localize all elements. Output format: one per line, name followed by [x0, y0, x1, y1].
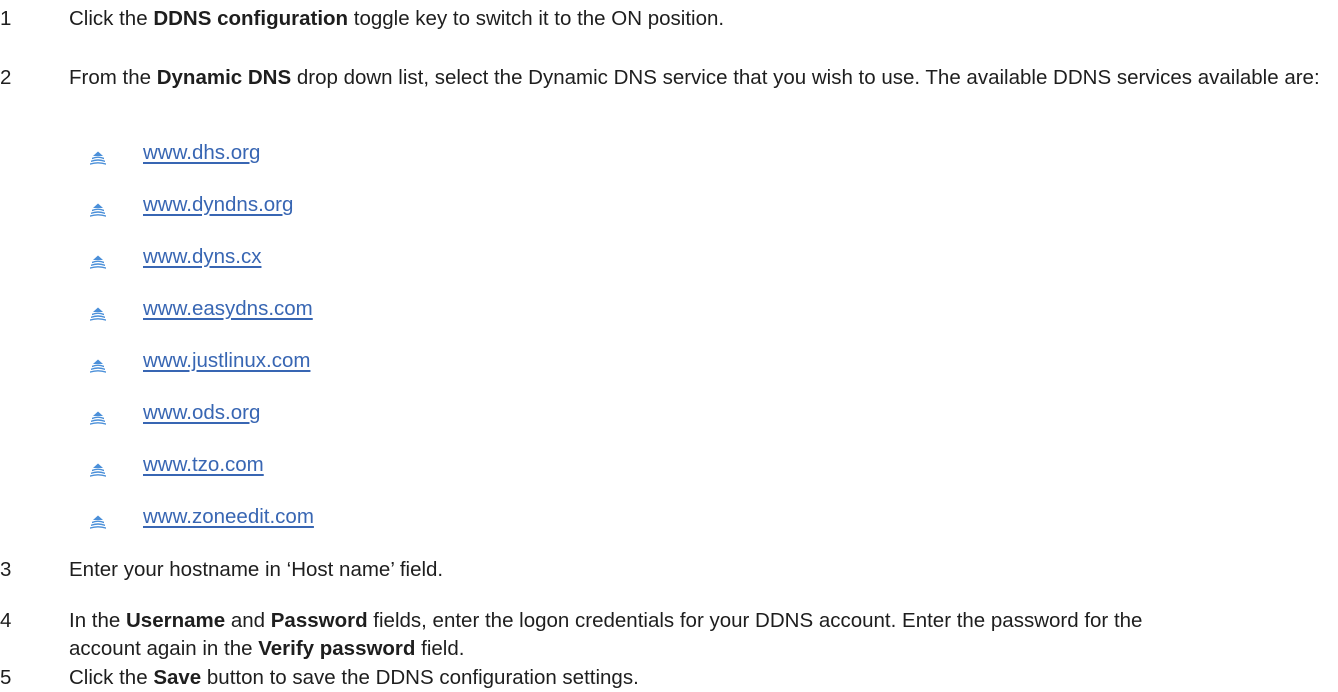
ui-term: Dynamic DNS	[156, 66, 292, 89]
step-text-run: From the	[69, 66, 157, 89]
ddns-service-link[interactable]: www.dhs.org	[143, 139, 260, 167]
ddns-service-link[interactable]: www.easydns.com	[143, 295, 313, 323]
bullet-icon	[90, 147, 106, 165]
step-text-run: In the	[69, 609, 126, 632]
ui-term: Save	[153, 666, 202, 689]
step-text-run: and	[225, 609, 271, 632]
ui-term: Username	[126, 609, 226, 632]
ddns-service-link[interactable]: www.justlinux.com	[143, 347, 310, 375]
bullet-icon	[90, 407, 106, 425]
step-text-run: drop down list, select the Dynamic DNS s…	[291, 66, 1320, 89]
ddns-service-link[interactable]: www.dyndns.org	[143, 191, 293, 219]
step-text: Click the Save button to save the DDNS c…	[69, 664, 1338, 692]
ddns-service-link[interactable]: www.dyns.cx	[143, 243, 261, 271]
step-number: 5	[0, 666, 12, 689]
bullet-icon	[90, 303, 106, 321]
step-text-run: button to save the DDNS configuration se…	[201, 666, 639, 689]
step-text: Click the DDNS configuration toggle key …	[69, 5, 1338, 33]
step-text-run: toggle key to switch it to the ON positi…	[348, 7, 725, 30]
step-text: In the Username and Password fields, ent…	[69, 607, 1208, 663]
ui-term: DDNS configuration	[153, 7, 349, 30]
ui-term: Password	[270, 609, 368, 632]
step-number: 1	[0, 7, 12, 30]
bullet-icon	[90, 199, 106, 217]
step-text: Enter your hostname in ‘Host name’ field…	[69, 556, 1338, 584]
ddns-service-link[interactable]: www.ods.org	[143, 399, 260, 427]
bullet-icon	[90, 511, 106, 529]
bullet-icon	[90, 355, 106, 373]
step-number: 2	[0, 66, 12, 89]
step-text-run: Click the	[69, 7, 154, 30]
bullet-icon	[90, 251, 106, 269]
step-text-run: Enter your hostname in ‘Host name’ field…	[69, 558, 444, 581]
bullet-icon	[90, 459, 106, 477]
step-text-run: Click the	[69, 666, 154, 689]
step-number: 3	[0, 558, 12, 581]
step-number: 4	[0, 609, 12, 632]
step-text: From the Dynamic DNS drop down list, sel…	[69, 64, 1328, 92]
step-text-run: field.	[415, 637, 465, 660]
ddns-service-link[interactable]: www.tzo.com	[143, 451, 264, 479]
ui-term: Verify password	[258, 637, 416, 660]
ddns-service-link[interactable]: www.zoneedit.com	[143, 503, 314, 531]
